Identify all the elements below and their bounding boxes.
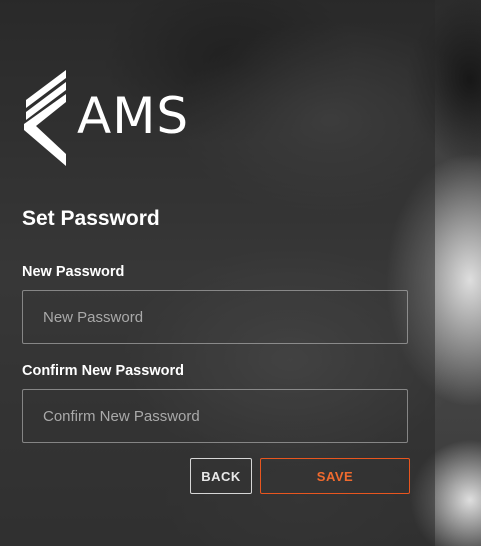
new-password-label: New Password [22,264,125,280]
brand-name: AMS [77,87,190,145]
ams-chevron-logo-icon [24,70,66,166]
confirm-password-input[interactable] [22,389,408,443]
brand-logo: AMS [22,70,212,166]
confirm-password-label: Confirm New Password [22,363,184,379]
back-button[interactable]: BACK [190,458,252,494]
page-title: Set Password [22,207,160,230]
login-panel: AMS Set Password New Password Confirm Ne… [0,0,435,546]
save-button[interactable]: SAVE [260,458,410,494]
new-password-input[interactable] [22,290,408,344]
